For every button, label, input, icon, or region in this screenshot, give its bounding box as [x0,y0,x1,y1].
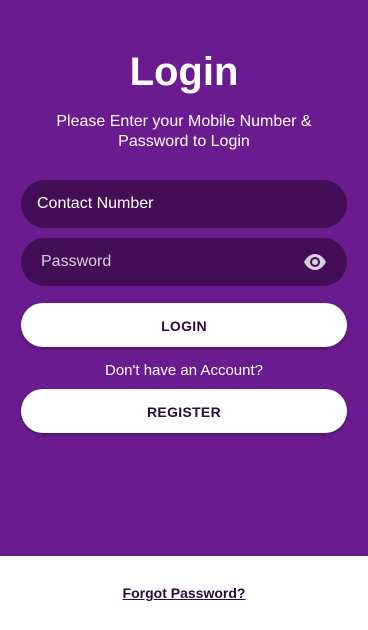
contact-number-field[interactable] [21,180,347,228]
no-account-text: Don't have an Account? [105,362,263,379]
login-panel: Login Please Enter your Mobile Number & … [0,0,368,556]
password-field[interactable] [21,238,347,286]
forgot-password-link[interactable]: Forgot Password? [0,585,368,601]
login-subtitle: Please Enter your Mobile Number & Passwo… [56,113,312,150]
login-screen: Login Please Enter your Mobile Number & … [0,0,368,630]
contact-number-input[interactable] [21,180,347,228]
register-button[interactable]: REGISTER [21,389,347,433]
page-title: Login [129,50,239,94]
eye-icon[interactable] [303,252,327,272]
login-button[interactable]: LOGIN [21,303,347,347]
password-input[interactable] [21,238,347,286]
